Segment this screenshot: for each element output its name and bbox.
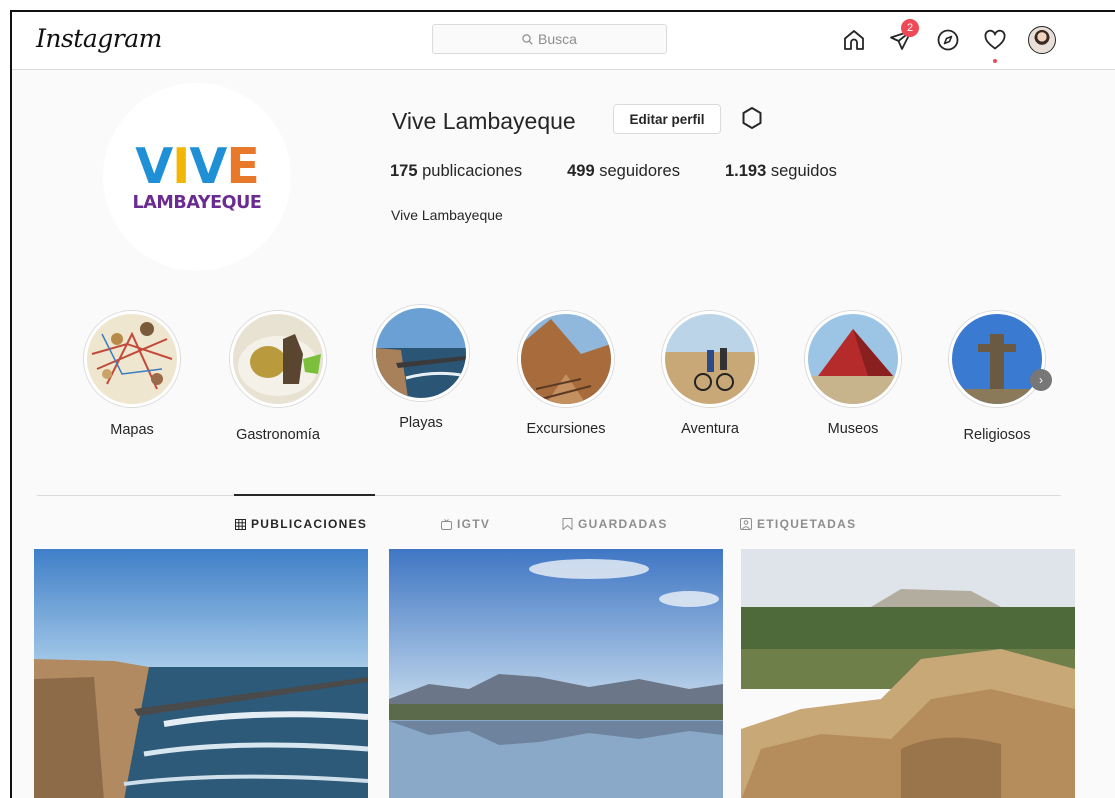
activity-heart-icon[interactable] xyxy=(981,26,1009,63)
highlight-label: Religiosos xyxy=(963,427,1031,443)
logo-letter-i: I xyxy=(172,137,190,195)
highlight-label: Mapas xyxy=(110,422,154,438)
highlight-label: Gastronomía xyxy=(236,427,320,443)
highlight-gastronomia[interactable]: Gastronomía xyxy=(213,311,343,443)
instagram-window: Instagram Busca 2 V I V E LAMBAYEQUE Viv… xyxy=(10,10,1115,798)
tab-guardadas[interactable]: GUARDADAS xyxy=(562,517,668,531)
stat-label: publicaciones xyxy=(422,162,523,180)
activity-indicator-dot xyxy=(993,59,997,63)
tab-label: PUBLICACIONES xyxy=(251,517,368,531)
search-input[interactable]: Busca xyxy=(432,24,667,54)
profile-avatar[interactable] xyxy=(1028,26,1056,54)
grid-icon xyxy=(235,518,246,530)
tab-etiquetadas[interactable]: ETIQUETADAS xyxy=(740,517,856,531)
highlight-label: Museos xyxy=(827,421,879,437)
highlight-label: Aventura xyxy=(681,421,739,437)
explore-icon[interactable] xyxy=(934,26,962,54)
stat-posts[interactable]: 175 publicaciones xyxy=(390,162,522,181)
highlight-museos[interactable]: Museos xyxy=(788,311,918,437)
nav-icon-group: 2 xyxy=(840,19,1075,63)
top-navigation-bar: Instagram Busca 2 xyxy=(12,12,1115,70)
tabs-divider xyxy=(37,495,1061,496)
igtv-icon xyxy=(441,518,452,530)
tab-publicaciones[interactable]: PUBLICACIONES xyxy=(235,517,367,531)
profile-full-name: Vive Lambayeque xyxy=(391,207,503,223)
tab-label: IGTV xyxy=(457,517,491,531)
stat-value: 499 xyxy=(567,162,595,180)
post-thumbnail[interactable] xyxy=(389,549,723,798)
stat-followers[interactable]: 499 seguidores xyxy=(567,162,680,181)
search-placeholder: Busca xyxy=(538,31,577,47)
logo-letter-v1: V xyxy=(135,137,173,195)
story-highlights: Mapas Gastronomía Playas Excursiones Ave… xyxy=(12,303,1115,453)
logo-letter-v2: V xyxy=(189,137,227,195)
post-thumbnail[interactable] xyxy=(741,549,1075,798)
highlight-aventura[interactable]: Aventura xyxy=(645,311,775,437)
tab-label: ETIQUETADAS xyxy=(757,517,857,531)
highlight-label: Excursiones xyxy=(526,421,606,437)
profile-stats: 175 publicaciones 499 seguidores 1.193 s… xyxy=(390,162,882,181)
highlight-label: Playas xyxy=(399,415,443,431)
direct-unread-badge: 2 xyxy=(901,19,919,37)
highlights-next-arrow-icon[interactable]: › xyxy=(1030,369,1052,391)
bookmark-icon xyxy=(562,518,573,530)
stat-value: 175 xyxy=(390,162,418,180)
profile-picture[interactable]: V I V E LAMBAYEQUE xyxy=(103,83,291,271)
highlight-thumbnail xyxy=(373,305,469,401)
highlight-mapas[interactable]: Mapas xyxy=(67,311,197,438)
tagged-user-icon xyxy=(740,518,752,530)
logo-letter-e: E xyxy=(226,137,259,195)
highlight-thumbnail xyxy=(805,311,901,407)
tab-igtv[interactable]: IGTV xyxy=(441,517,490,531)
highlight-excursiones[interactable]: Excursiones xyxy=(501,311,631,437)
edit-profile-button[interactable]: Editar perfil xyxy=(613,104,721,134)
avatar xyxy=(1028,26,1056,54)
stat-label: seguidores xyxy=(599,162,680,180)
tab-label: GUARDADAS xyxy=(578,517,668,531)
vive-logo-text: V I V E xyxy=(135,137,260,195)
highlight-thumbnail xyxy=(662,311,758,407)
highlight-thumbnail xyxy=(230,311,326,407)
stat-label: seguidos xyxy=(770,162,837,180)
profile-username: Vive Lambayeque xyxy=(392,108,576,134)
search-icon xyxy=(522,33,533,45)
logo-subtitle: LAMBAYEQUE xyxy=(132,192,262,213)
home-icon[interactable] xyxy=(840,26,868,54)
highlight-thumbnail xyxy=(518,311,614,407)
highlight-thumbnail xyxy=(949,311,1045,407)
highlight-religiosos[interactable]: Religiosos xyxy=(932,311,1062,443)
direct-icon[interactable]: 2 xyxy=(887,19,919,54)
post-thumbnail[interactable] xyxy=(34,549,368,798)
stat-following[interactable]: 1.193 seguidos xyxy=(725,162,837,181)
highlight-playas[interactable]: Playas xyxy=(356,305,486,431)
active-tab-indicator xyxy=(234,494,375,496)
settings-gear-icon[interactable] xyxy=(739,105,765,131)
stat-value: 1.193 xyxy=(724,162,767,180)
highlight-thumbnail xyxy=(84,311,180,407)
instagram-logo[interactable]: Instagram xyxy=(36,24,162,53)
